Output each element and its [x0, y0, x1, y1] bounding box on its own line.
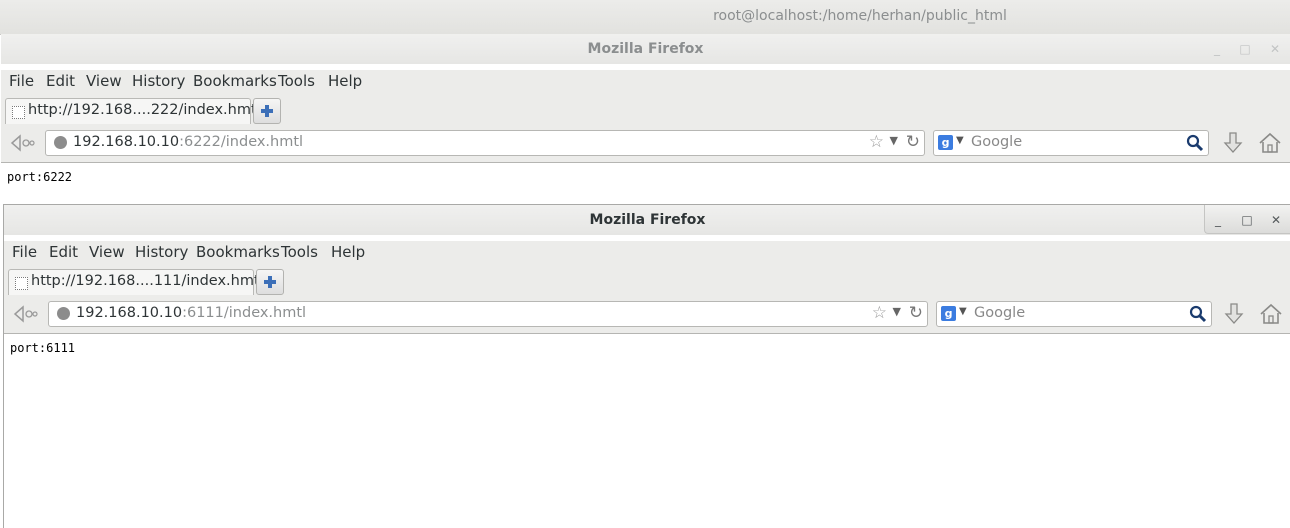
- menu-history[interactable]: History: [132, 72, 185, 90]
- downloads-button[interactable]: [1222, 302, 1246, 326]
- page-text: port:6222: [7, 170, 73, 184]
- back-button[interactable]: [12, 304, 38, 324]
- search-icon[interactable]: [1189, 305, 1207, 323]
- minimize-icon[interactable]: _: [1209, 211, 1227, 229]
- search-bar[interactable]: g ▼ Google: [933, 130, 1209, 156]
- chevron-down-icon[interactable]: ▼: [893, 305, 901, 318]
- terminal-title: root@localhost:/home/herhan/public_html: [713, 8, 1007, 24]
- page-content: port:6111: [4, 334, 1290, 528]
- firefox-window-front[interactable]: Mozilla Firefox _ □ ✕ File Edit View His…: [3, 204, 1290, 528]
- google-icon[interactable]: g: [941, 306, 956, 321]
- home-icon: [1259, 132, 1281, 153]
- home-button[interactable]: [1258, 302, 1284, 326]
- url-host: 192.168.10.10: [76, 305, 183, 321]
- menu-help[interactable]: Help: [328, 72, 362, 90]
- navigation-toolbar: 192.168.10.10:6222/index.hmtl ☆ ▼ ↻ g ▼ …: [1, 124, 1290, 163]
- window-title: Mozilla Firefox: [587, 41, 704, 57]
- menu-help[interactable]: Help: [331, 243, 365, 261]
- chevron-down-icon[interactable]: ▼: [890, 134, 898, 147]
- back-button[interactable]: [9, 133, 35, 153]
- tab-label: http://192.168....222/index.hmtl: [28, 102, 261, 118]
- globe-icon: [54, 136, 67, 149]
- page-favicon-icon: [12, 106, 25, 119]
- menu-bar: File Edit View History Bookmarks Tools H…: [1, 70, 1290, 94]
- window-titlebar[interactable]: Mozilla Firefox _ □ ✕: [1, 34, 1290, 64]
- chevron-down-icon[interactable]: ▼: [956, 135, 964, 146]
- tab-strip: http://192.168....111/index.hmtl: [4, 265, 1290, 296]
- url-bar[interactable]: 192.168.10.10:6222/index.hmtl ☆ ▼ ↻: [45, 130, 925, 156]
- close-icon[interactable]: ✕: [1267, 211, 1285, 229]
- search-bar[interactable]: g ▼ Google: [936, 301, 1212, 327]
- window-title: Mozilla Firefox: [589, 212, 706, 228]
- menu-tools[interactable]: Tools: [281, 243, 318, 261]
- back-arrow-icon: [10, 134, 35, 152]
- menu-history[interactable]: History: [135, 243, 188, 261]
- firefox-window-back[interactable]: Mozilla Firefox _ □ ✕ File Edit View His…: [1, 34, 1290, 204]
- menu-bar: File Edit View History Bookmarks Tools H…: [4, 241, 1290, 265]
- terminal-titlebar: root@localhost:/home/herhan/public_html: [0, 0, 1290, 35]
- page-text: port:6111: [10, 341, 76, 355]
- url-path: :6111/index.hmtl: [182, 305, 307, 321]
- minimize-icon[interactable]: _: [1208, 40, 1226, 58]
- url-path: :6222/index.hmtl: [179, 134, 304, 150]
- plus-icon: [264, 276, 276, 288]
- close-icon[interactable]: ✕: [1266, 40, 1284, 58]
- home-icon: [1260, 303, 1282, 324]
- maximize-icon[interactable]: □: [1236, 40, 1254, 58]
- page-favicon-icon: [15, 277, 28, 290]
- new-tab-button[interactable]: [253, 98, 281, 124]
- download-icon: [1223, 132, 1243, 153]
- url-text: 192.168.10.10:6222/index.hmtl: [73, 134, 303, 150]
- plus-icon: [261, 105, 273, 117]
- menu-view[interactable]: View: [89, 243, 125, 261]
- tab-strip: http://192.168....222/index.hmtl: [1, 94, 1290, 125]
- google-icon[interactable]: g: [938, 135, 953, 150]
- menu-edit[interactable]: Edit: [49, 243, 78, 261]
- menu-edit[interactable]: Edit: [46, 72, 75, 90]
- bookmark-star-icon[interactable]: ☆: [869, 132, 884, 152]
- navigation-toolbar: 192.168.10.10:6111/index.hmtl ☆ ▼ ↻ g ▼ …: [4, 295, 1290, 334]
- menu-view[interactable]: View: [86, 72, 122, 90]
- menu-tools[interactable]: Tools: [278, 72, 315, 90]
- back-arrow-icon: [13, 305, 38, 323]
- bookmark-star-icon[interactable]: ☆: [872, 303, 887, 323]
- window-titlebar[interactable]: Mozilla Firefox _ □ ✕: [4, 205, 1290, 235]
- url-text: 192.168.10.10:6111/index.hmtl: [76, 305, 306, 321]
- tab-active[interactable]: http://192.168....111/index.hmtl: [8, 269, 264, 296]
- menu-file[interactable]: File: [9, 72, 34, 90]
- menu-bookmarks[interactable]: Bookmarks: [196, 243, 280, 261]
- downloads-button[interactable]: [1221, 131, 1245, 155]
- url-bar[interactable]: 192.168.10.10:6111/index.hmtl ☆ ▼ ↻: [48, 301, 928, 327]
- maximize-icon[interactable]: □: [1238, 211, 1256, 229]
- menu-bookmarks[interactable]: Bookmarks: [193, 72, 277, 90]
- search-icon[interactable]: [1186, 134, 1204, 152]
- menu-file[interactable]: File: [12, 243, 37, 261]
- search-input[interactable]: Google: [974, 305, 1025, 321]
- globe-icon: [57, 307, 70, 320]
- home-button[interactable]: [1257, 131, 1283, 155]
- url-host: 192.168.10.10: [73, 134, 180, 150]
- reload-icon[interactable]: ↻: [909, 303, 923, 323]
- tab-label: http://192.168....111/index.hmtl: [31, 273, 264, 289]
- chevron-down-icon[interactable]: ▼: [959, 306, 967, 317]
- page-content: port:6222: [1, 163, 1290, 204]
- search-input[interactable]: Google: [971, 134, 1022, 150]
- reload-icon[interactable]: ↻: [906, 132, 920, 152]
- tab-active[interactable]: http://192.168....222/index.hmtl: [5, 98, 261, 125]
- new-tab-button[interactable]: [256, 269, 284, 295]
- download-icon: [1224, 303, 1244, 324]
- window-controls: _ □ ✕: [1204, 205, 1290, 234]
